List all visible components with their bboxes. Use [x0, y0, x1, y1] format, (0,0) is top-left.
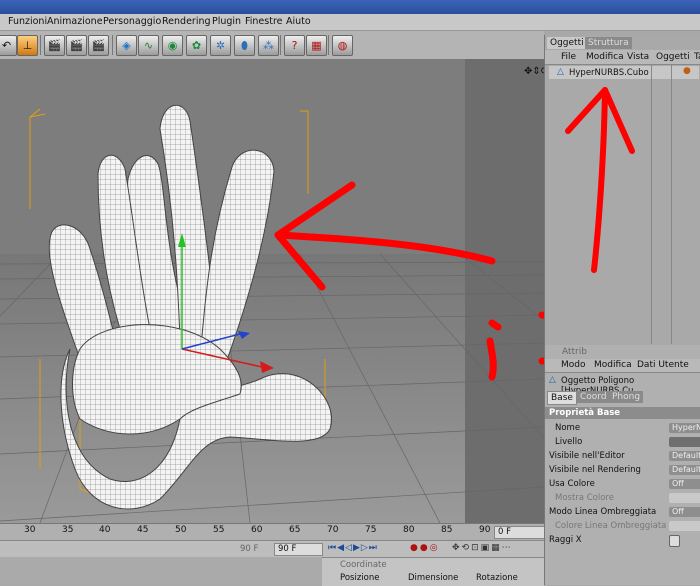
prop-label-raggi-x: Raggi X — [549, 535, 582, 545]
3d-viewport[interactable]: ✥⇕⟳□ — [0, 59, 544, 523]
current-frame-field[interactable]: 0 F — [494, 526, 545, 539]
attr-menu-dati-utente[interactable]: Dati Utente — [637, 360, 689, 370]
prop-field-visibile-editor[interactable]: Default — [669, 451, 700, 461]
prop-label-visibile-rendering: Visibile nel Rendering — [549, 465, 641, 475]
tab-attributi[interactable]: Attrib — [559, 346, 590, 358]
render-icon[interactable]: ◍ — [332, 35, 353, 56]
ruler-tick: 70 — [327, 525, 339, 535]
ruler-tick: 40 — [99, 525, 111, 535]
prop-field-colore-linea[interactable] — [669, 521, 700, 531]
spline-icon[interactable]: ∿ — [138, 35, 159, 56]
ruler-tick: 35 — [62, 525, 74, 535]
prop-field-mostra-colore[interactable] — [669, 493, 700, 503]
attributes-menu-bar: Modo Modifica Dati Utente — [545, 359, 700, 373]
menu-funzioni[interactable]: Funzioni — [8, 16, 47, 27]
prop-checkbox-raggi-x[interactable] — [669, 535, 680, 547]
coords-header-position: Posizione — [340, 573, 380, 583]
menu-animazione[interactable]: Animazione — [47, 16, 103, 27]
window-title-bar — [0, 0, 700, 14]
prop-label-livello: Livello — [555, 437, 583, 447]
deformer-icon[interactable]: ✲ — [210, 35, 231, 56]
prop-field-nome[interactable]: HyperN — [669, 423, 700, 433]
film-clapper-icon[interactable]: 🎬 — [88, 35, 109, 56]
red-annotation-arrow — [565, 87, 635, 273]
ruler-tick: 80 — [403, 525, 415, 535]
ruler-tick: 45 — [137, 525, 149, 535]
ruler-tick: 65 — [289, 525, 301, 535]
ruler-tick: 30 — [24, 525, 36, 535]
end-frame-field[interactable]: 90 F — [274, 543, 323, 556]
viewport-nav-icons[interactable]: ✥⇕⟳□ — [524, 66, 544, 77]
playback-bar: 90 F 90 F ⏮◀◁▶▷⏭ ●●◎ ✥⟲⊡▣▦⋯ — [0, 540, 544, 558]
prop-field-livello[interactable] — [669, 437, 700, 447]
prop-label-colore-linea: Colore Linea Ombreggiata — [555, 521, 667, 531]
attr-menu-modo[interactable]: Modo — [561, 360, 586, 370]
coords-header-rotation: Rotazione — [476, 573, 518, 583]
timeline-ruler[interactable]: 30 35 40 45 50 55 60 65 70 75 80 85 90 0… — [0, 523, 545, 540]
ruler-tick: 90 — [479, 525, 491, 535]
undo-icon[interactable]: ↶ — [0, 35, 17, 56]
array-icon[interactable]: ✿ — [186, 35, 207, 56]
prop-field-visibile-rendering[interactable]: Default — [669, 465, 700, 475]
scene-icon[interactable]: ⬮ — [234, 35, 255, 56]
main-toolbar: ↶ ⊥ 🎬 🎬 🎬 ◈ ∿ ◉ ✿ ✲ ⬮ ⁂ ? ▦ ◍ — [0, 31, 544, 60]
menu-rendering[interactable]: Rendering — [162, 16, 211, 27]
subtab-coord[interactable]: Coord — [577, 391, 610, 403]
cube-icon[interactable]: ◈ — [116, 35, 137, 56]
polygon-object-icon: △ — [549, 375, 556, 385]
key-mode-icons[interactable]: ✥⟲⊡▣▦⋯ — [452, 543, 513, 553]
cursor-icon[interactable]: ? — [284, 35, 305, 56]
ruler-tick: 50 — [175, 525, 187, 535]
ruler-tick: 55 — [213, 525, 225, 535]
subtab-base[interactable]: Base — [547, 391, 577, 405]
end-frame-label: 90 F — [240, 544, 259, 554]
particles-icon[interactable]: ⁂ — [258, 35, 279, 56]
nurbs-icon[interactable]: ◉ — [162, 35, 183, 56]
menu-plugin[interactable]: Plugin — [212, 16, 241, 27]
menu-aiuto[interactable]: Aiuto — [286, 16, 311, 27]
move-icon[interactable]: ⊥ — [17, 35, 38, 56]
subtab-phong[interactable]: Phong — [609, 391, 644, 403]
attributes-panel: Attrib Modo Modifica Dati Utente △ Ogget… — [544, 345, 700, 585]
prop-field-modo-linea[interactable]: Off — [669, 507, 700, 517]
prop-field-usa-colore[interactable]: Off — [669, 479, 700, 489]
film-clapper-icon[interactable]: 🎬 — [66, 35, 87, 56]
ruler-tick: 85 — [441, 525, 453, 535]
coords-header-size: Dimensione — [408, 573, 459, 583]
menu-finestre[interactable]: Finestre — [245, 16, 283, 27]
ruler-tick: 75 — [365, 525, 377, 535]
ruler-tick: 60 — [251, 525, 263, 535]
layout-icon[interactable]: ▦ — [306, 35, 327, 56]
section-header: Proprietà Base — [545, 407, 700, 419]
menu-personaggio[interactable]: Personaggio — [103, 16, 161, 27]
prop-label-modo-linea: Modo Linea Ombreggiata — [549, 507, 657, 517]
prop-label-visibile-editor: Visibile nell'Editor — [549, 451, 625, 461]
record-keys-icon[interactable]: ●●◎ — [410, 543, 440, 553]
playback-controls[interactable]: ⏮◀◁▶▷⏭ — [328, 543, 378, 553]
prop-label-nome: Nome — [555, 423, 581, 433]
coords-title: Coordinate — [340, 560, 387, 570]
attr-menu-modifica[interactable]: Modifica — [594, 360, 632, 370]
prop-label-usa-colore: Usa Colore — [549, 479, 595, 489]
status-area — [0, 557, 322, 585]
prop-label-mostra-colore: Mostra Colore — [555, 493, 614, 503]
main-menu-bar: Funzioni Animazione Personaggio Renderin… — [0, 14, 700, 31]
coordinates-panel: Coordinate Posizione Dimensione Rotazion… — [322, 557, 544, 586]
film-clapper-icon[interactable]: 🎬 — [44, 35, 65, 56]
